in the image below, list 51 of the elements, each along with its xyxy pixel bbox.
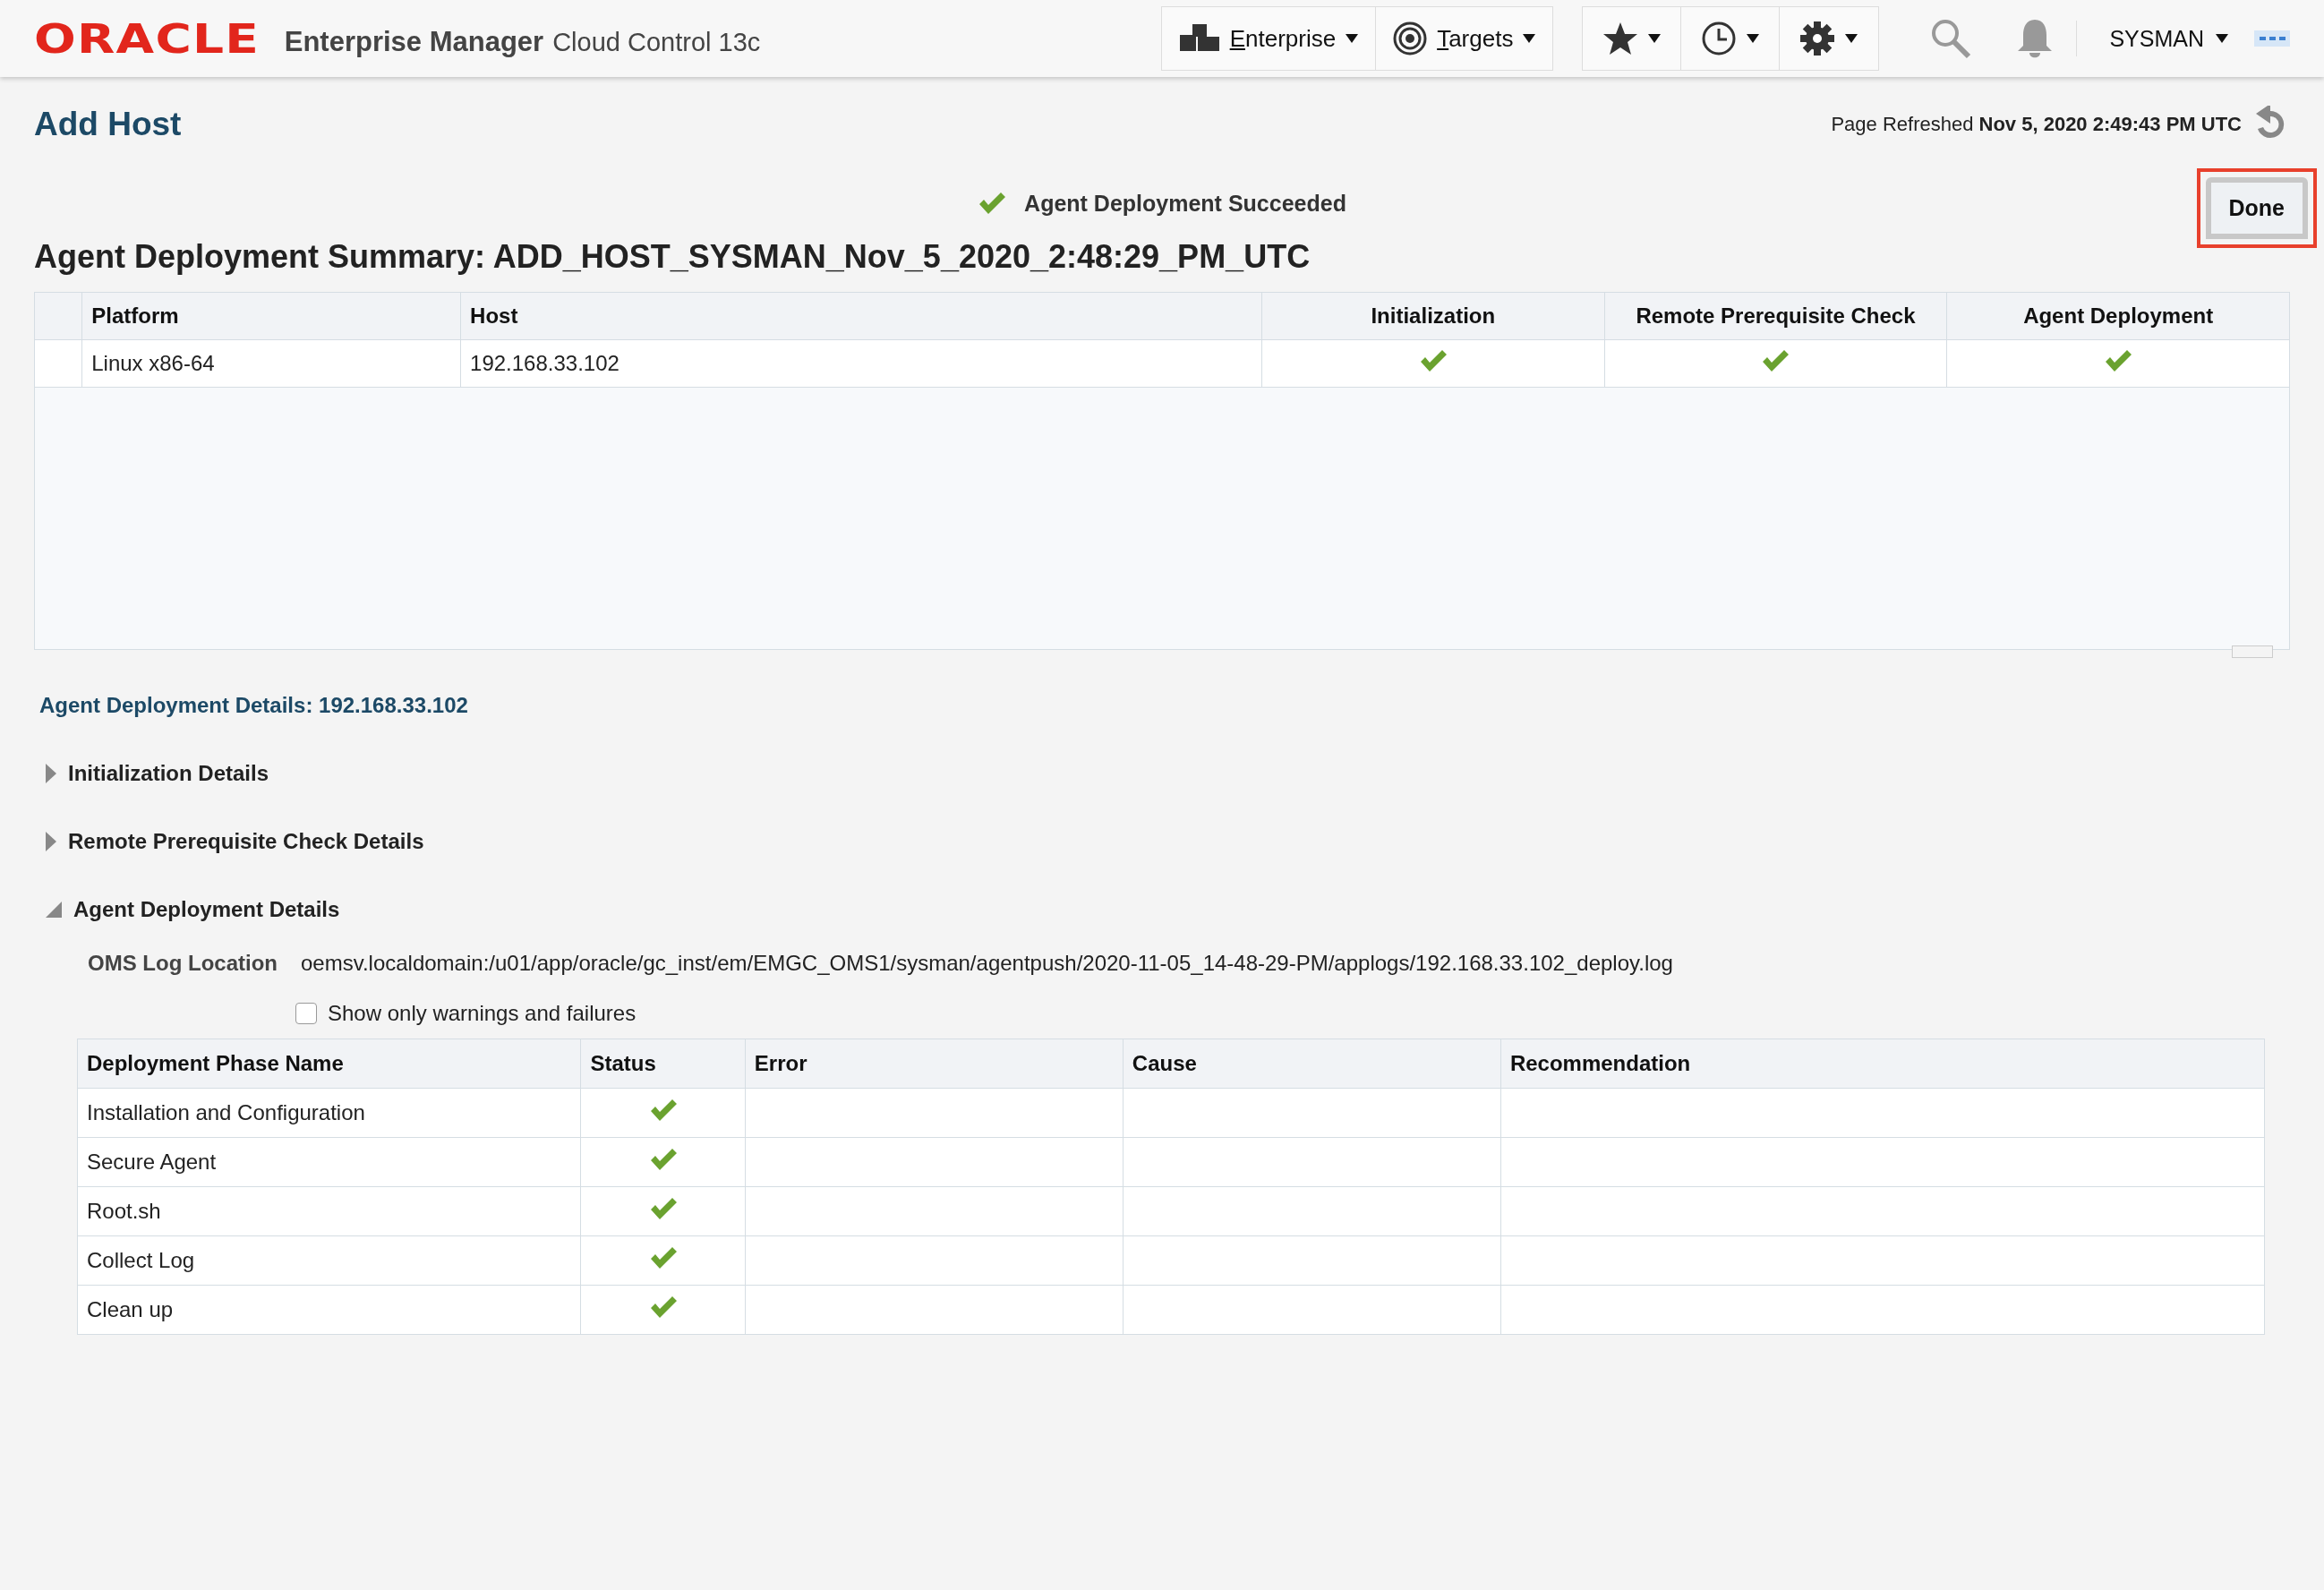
caret-icon <box>1844 32 1859 45</box>
checkbox[interactable] <box>295 1003 317 1024</box>
toolbar-button[interactable] <box>1681 7 1781 70</box>
caret-icon <box>1345 32 1360 45</box>
star-icon <box>1602 21 1638 56</box>
toolbar-button[interactable] <box>1780 7 1879 70</box>
table-cell: Linux x86-64 <box>81 339 461 388</box>
target-icon <box>1392 21 1429 56</box>
column-header: Deployment Phase Name <box>77 1039 581 1089</box>
table-cell: Clean up <box>77 1285 581 1335</box>
status-message: Agent Deployment Succeeded <box>1024 190 1346 217</box>
menu-button[interactable]: Targets <box>1376 7 1553 70</box>
section-toggle[interactable]: Remote Prerequisite Check Details <box>45 829 424 854</box>
checkbox-label: Show only warnings and failures <box>328 1001 637 1026</box>
table-cell: 192.168.33.102 <box>460 339 1262 388</box>
column-header: Initialization <box>1261 292 1605 340</box>
caret-icon <box>1745 32 1760 45</box>
done-button[interactable]: Done <box>2205 177 2308 239</box>
clock-icon <box>1700 21 1737 56</box>
column-header: Host <box>460 292 1262 340</box>
table-cell: Installation and Configuration <box>77 1088 581 1138</box>
search-icon[interactable] <box>1929 17 1973 60</box>
caret-icon <box>1522 32 1537 45</box>
page-title: Add Host <box>34 106 182 143</box>
column-header: Error <box>745 1039 1124 1089</box>
field-label: OMS Log Location <box>88 951 278 976</box>
section-toggle[interactable]: Initialization Details <box>45 761 269 786</box>
column-header: Status <box>580 1039 746 1089</box>
table-cell: Secure Agent <box>77 1137 581 1187</box>
more-icon[interactable] <box>2254 30 2290 47</box>
summary-title: Agent Deployment Summary: ADD_HOST_SYSMAN_Nov_5_2020_2:48:29_PM_UTC <box>34 238 1312 276</box>
section-toggle[interactable]: Agent Deployment Details <box>45 897 340 922</box>
page-refreshed-text: Page Refreshed Nov 5, 2020 2:49:43 PM UTC <box>1831 113 2242 136</box>
caret-icon <box>2215 32 2229 45</box>
product-name: Enterprise Manager <box>284 26 544 58</box>
menu-button[interactable]: Enterprise <box>1161 7 1377 70</box>
oracle-logo: ORACLE <box>34 15 261 62</box>
collapse-handle[interactable] <box>2232 645 2273 658</box>
column-header: Recommendation <box>1500 1039 2265 1089</box>
details-title: Agent Deployment Details: 192.168.33.102 <box>39 693 469 718</box>
product-edition: Cloud Control 13c <box>552 27 761 57</box>
column-header: Cause <box>1123 1039 1501 1089</box>
toolbar-button[interactable] <box>1583 7 1682 70</box>
column-header: Remote Prerequisite Check <box>1604 292 1947 340</box>
table-cell: Root.sh <box>77 1186 581 1236</box>
log-path: oemsv.localdomain:/u01/app/oracle/gc_inst/em/EMGC_OMS1/sysman/agentpush/2020-11-05_14-48-29-PM/applogs/192.168.33.102_deploy.log <box>301 951 1673 976</box>
table-cell: Collect Log <box>77 1235 581 1286</box>
caret-icon <box>1646 32 1662 45</box>
column-header: Platform <box>81 292 461 340</box>
column-header: Agent Deployment <box>1946 292 2290 340</box>
settings-icon <box>1799 21 1836 56</box>
